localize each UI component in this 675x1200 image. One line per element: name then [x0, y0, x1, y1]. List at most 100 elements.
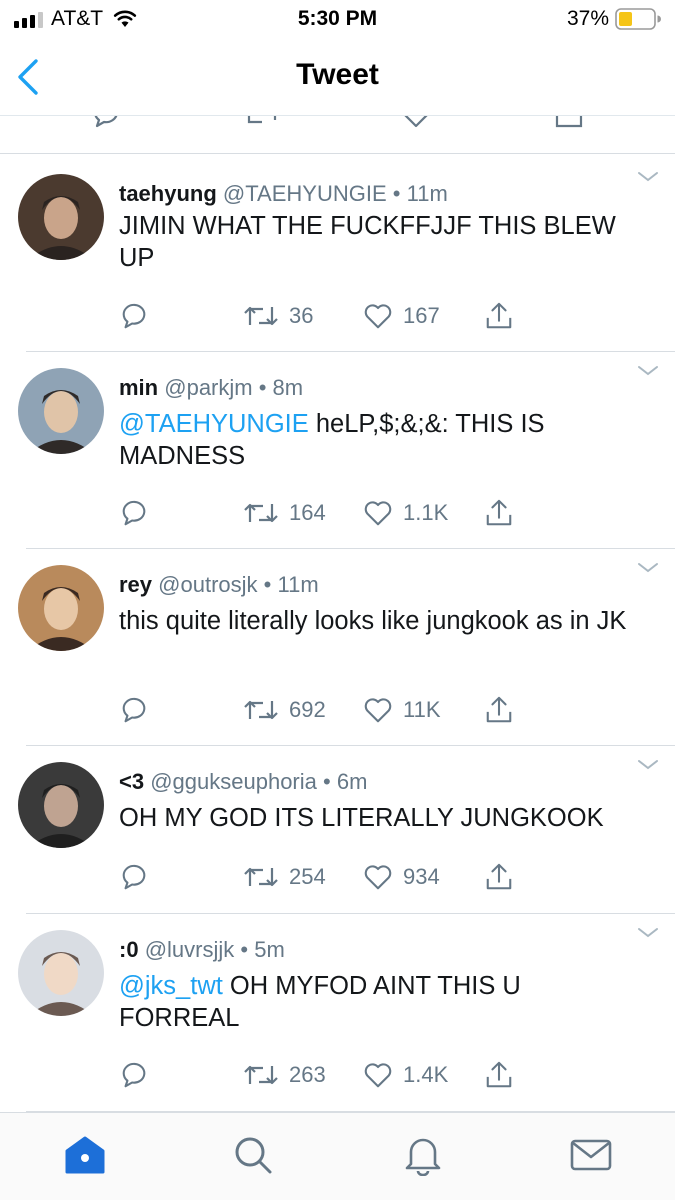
share-button[interactable] — [484, 859, 514, 895]
tab-notifications[interactable] — [401, 1133, 445, 1177]
avatar[interactable] — [18, 368, 104, 454]
share-button[interactable] — [484, 298, 514, 334]
status-bar: AT&T 5:30 PM 37% — [0, 0, 675, 38]
tweet-actions: 164 1.1K — [119, 495, 659, 531]
reply-button[interactable] — [119, 692, 149, 728]
tweet-body: this quite literally looks like jungkook… — [119, 607, 627, 635]
search-icon — [235, 1137, 272, 1174]
tweet-text: OH MY GOD ITS LITERALLY JUNGKOOK — [119, 802, 645, 834]
user-handle[interactable]: @outrosjk — [158, 572, 257, 597]
chevron-down-icon[interactable] — [637, 561, 659, 575]
share-icon — [486, 499, 512, 526]
like-button[interactable]: 1.4K — [363, 1057, 448, 1093]
timestamp: 11m — [277, 572, 319, 597]
home-icon — [65, 1136, 105, 1174]
like-icon — [364, 501, 392, 526]
separator: • — [240, 937, 249, 962]
share-button[interactable] — [484, 692, 514, 728]
avatar[interactable] — [18, 762, 104, 848]
reply-button[interactable] — [119, 495, 149, 531]
mention-link[interactable]: @TAEHYUNGIE — [119, 410, 309, 438]
separator: • — [392, 181, 401, 206]
reply-icon — [122, 500, 146, 526]
tweet[interactable]: min @parkjm • 8m @TAEHYUNGIE heLP,$;&;&:… — [0, 352, 675, 549]
display-name[interactable]: taehyung — [119, 181, 217, 206]
user-handle[interactable]: @luvrsjjk — [145, 937, 235, 962]
chevron-down-icon[interactable] — [637, 926, 659, 940]
tweet-text: @TAEHYUNGIE heLP,$;&;&: THIS IS MADNESS — [119, 408, 645, 472]
tweet-text: JIMIN WHAT THE FUCKFFJJF THIS BLEW UP — [119, 210, 645, 274]
chevron-down-icon[interactable] — [637, 170, 659, 184]
avatar[interactable] — [18, 174, 104, 260]
retweet-icon — [244, 1065, 278, 1085]
timestamp: 8m — [272, 375, 304, 400]
retweet-icon — [244, 306, 278, 326]
tweet[interactable]: rey @outrosjk • 11m this quite literally… — [0, 549, 675, 746]
reply-icon[interactable] — [90, 116, 122, 130]
tweet-text: this quite literally looks like jungkook… — [119, 605, 645, 637]
messages-icon — [570, 1139, 612, 1171]
battery-icon — [615, 8, 661, 30]
tweet-actions: 36 167 — [119, 298, 659, 334]
like-button[interactable]: 167 — [363, 298, 440, 334]
avatar[interactable] — [18, 565, 104, 651]
display-name[interactable]: :0 — [119, 937, 139, 962]
tweet-actions: 263 1.4K — [119, 1057, 659, 1093]
retweet-count: 164 — [289, 500, 326, 525]
retweet-icon[interactable] — [245, 116, 279, 130]
display-name[interactable]: <3 — [119, 769, 144, 794]
mention-link[interactable]: @jks_twt — [119, 972, 223, 1000]
tweet[interactable]: taehyung @TAEHYUNGIE • 11m JIMIN WHAT TH… — [0, 158, 675, 352]
separator: • — [323, 769, 331, 794]
share-icon — [486, 302, 512, 329]
reply-icon — [122, 1062, 146, 1088]
chevron-down-icon[interactable] — [637, 364, 659, 378]
like-count: 1.4K — [403, 1062, 449, 1087]
tweet-header: <3 @ggukseuphoria • 6m — [119, 769, 367, 795]
reply-button[interactable] — [119, 1057, 149, 1093]
retweet-button[interactable]: 692 — [243, 692, 326, 728]
chevron-down-icon[interactable] — [637, 758, 659, 772]
like-icon — [364, 865, 392, 890]
user-handle[interactable]: @ggukseuphoria — [150, 769, 317, 794]
retweet-count: 36 — [289, 303, 314, 328]
retweet-button[interactable]: 263 — [243, 1057, 326, 1093]
like-button[interactable]: 11K — [363, 692, 441, 728]
share-button[interactable] — [484, 495, 514, 531]
tweet[interactable]: :0 @luvrsjjk • 5m @jks_twt OH MYFOD AINT… — [0, 914, 675, 1112]
user-handle[interactable]: @parkjm — [164, 375, 252, 400]
like-count: 11K — [403, 697, 441, 722]
like-button[interactable]: 1.1K — [363, 495, 448, 531]
tweet[interactable]: <3 @ggukseuphoria • 6m OH MY GOD ITS LIT… — [0, 746, 675, 914]
tweet-header: :0 @luvrsjjk • 5m — [119, 937, 285, 963]
battery-percent: 37% — [566, 7, 609, 30]
reply-icon — [122, 864, 146, 890]
like-icon — [364, 1063, 392, 1088]
timestamp: 6m — [336, 769, 368, 794]
retweet-icon — [244, 503, 278, 523]
tweet-header: min @parkjm • 8m — [119, 375, 303, 401]
retweet-icon — [244, 867, 278, 887]
page-title: Tweet — [296, 58, 379, 91]
tab-messages[interactable] — [569, 1133, 613, 1177]
share-icon — [486, 1061, 512, 1088]
user-handle[interactable]: @TAEHYUNGIE — [223, 181, 387, 206]
retweet-count: 263 — [289, 1062, 326, 1087]
like-button[interactable]: 934 — [363, 859, 440, 895]
retweet-button[interactable]: 36 — [243, 298, 313, 334]
retweet-button[interactable]: 254 — [243, 859, 326, 895]
share-icon[interactable] — [553, 116, 585, 130]
avatar[interactable] — [18, 930, 104, 1016]
reply-button[interactable] — [119, 859, 149, 895]
like-icon[interactable] — [400, 116, 432, 130]
display-name[interactable]: min — [119, 375, 158, 400]
reply-icon — [122, 303, 146, 329]
tab-search[interactable] — [231, 1133, 275, 1177]
tweet-body: JIMIN WHAT THE FUCKFFJJF THIS BLEW UP — [119, 212, 616, 272]
retweet-button[interactable]: 164 — [243, 495, 326, 531]
tab-home[interactable] — [63, 1133, 107, 1177]
reply-button[interactable] — [119, 298, 149, 334]
share-button[interactable] — [484, 1057, 514, 1093]
display-name[interactable]: rey — [119, 572, 152, 597]
tweet-header: taehyung @TAEHYUNGIE • 11m — [119, 181, 448, 207]
